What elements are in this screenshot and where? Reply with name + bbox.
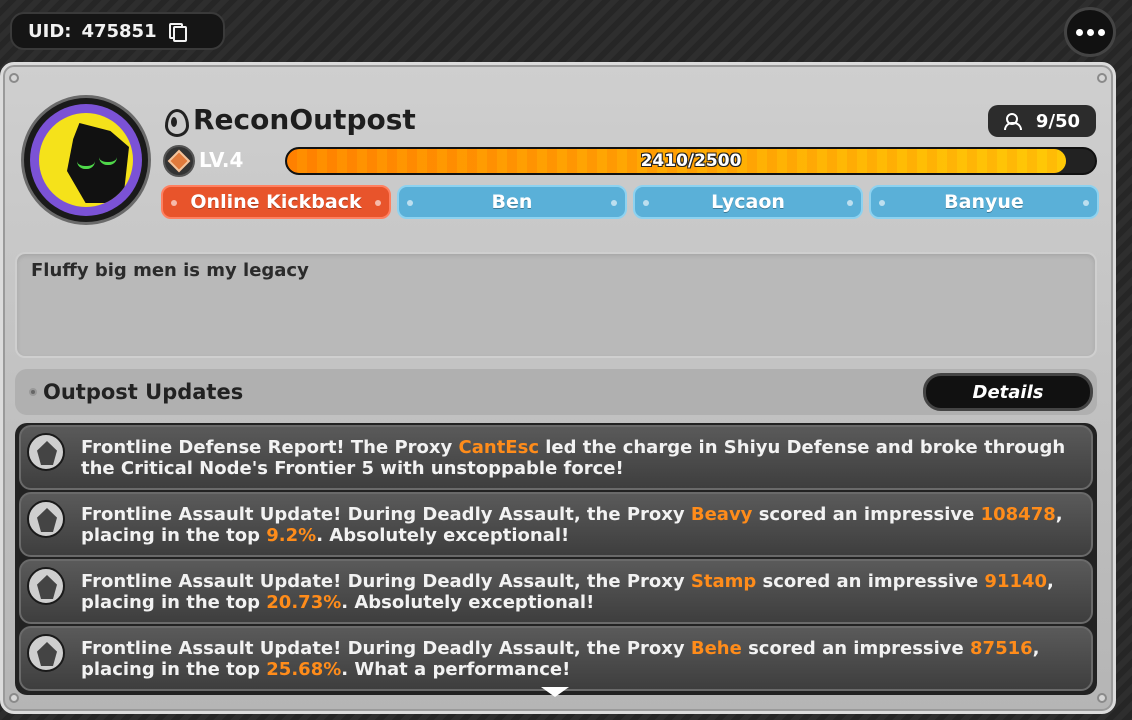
xp-bar: 2410/2500 — [285, 147, 1097, 175]
dot-icon — [1086, 28, 1094, 36]
bio-text: Fluffy big men is my legacy — [15, 252, 1097, 358]
percent: 9.2% — [266, 525, 317, 546]
level-row: LV.4 2410/2500 — [163, 145, 1097, 177]
dot-icon — [1097, 28, 1105, 36]
tag-lycaon[interactable]: Lycaon — [633, 185, 863, 219]
rivet-icon — [1097, 693, 1107, 703]
proxy-name: CantEsc — [458, 437, 539, 458]
scroll-down-icon[interactable] — [541, 687, 569, 697]
copy-icon[interactable] — [168, 23, 187, 42]
score: 91140 — [984, 571, 1048, 592]
score: 108478 — [980, 504, 1056, 525]
proxy-name: Beavy — [690, 504, 753, 525]
tag-ben[interactable]: Ben — [397, 185, 627, 219]
profile-name: ReconOutpost — [193, 103, 416, 136]
updates-header: Outpost Updates Details — [15, 369, 1097, 415]
list-item: Frontline Assault Update! During Deadly … — [19, 492, 1093, 557]
percent: 25.68% — [266, 659, 342, 680]
list-item: Frontline Defense Report! The Proxy Cant… — [19, 425, 1093, 490]
updates-feed[interactable]: Frontline Defense Report! The Proxy Cant… — [15, 423, 1097, 695]
tag-online-kickback[interactable]: Online Kickback — [161, 185, 391, 219]
tag-list: Online Kickback Ben Lycaon Banyue — [161, 185, 1099, 219]
details-button[interactable]: Details — [923, 373, 1093, 411]
list-item: Frontline Assault Update! During Deadly … — [19, 626, 1093, 691]
uid-label: UID: — [28, 20, 72, 42]
list-item: Frontline Assault Update! During Deadly … — [19, 559, 1093, 624]
more-options-button[interactable] — [1064, 7, 1116, 57]
rivet-icon — [9, 73, 19, 83]
proxy-avatar — [27, 567, 65, 605]
tag-banyue[interactable]: Banyue — [869, 185, 1099, 219]
level-label: LV.4 — [199, 148, 244, 172]
uid-display: UID: 475851 — [10, 12, 225, 50]
proxy-name: Stamp — [690, 571, 757, 592]
member-count: 9/50 — [988, 105, 1096, 137]
name-row: ReconOutpost — [163, 103, 416, 137]
avatar[interactable] — [21, 95, 151, 225]
rivet-icon — [9, 693, 19, 703]
level-icon — [163, 145, 195, 177]
proxy-name: Behe — [690, 638, 742, 659]
people-icon — [1003, 113, 1026, 130]
uid-value: 475851 — [81, 20, 157, 42]
bullet-icon — [29, 388, 37, 396]
xp-text: 2410/2500 — [640, 151, 742, 171]
flame-icon — [163, 105, 189, 137]
dot-icon — [1075, 28, 1083, 36]
rivet-icon — [1097, 73, 1107, 83]
member-count-value: 9/50 — [1035, 110, 1081, 132]
proxy-avatar — [27, 433, 65, 471]
percent: 20.73% — [266, 592, 342, 613]
proxy-avatar — [27, 634, 65, 672]
profile-panel: ReconOutpost 9/50 LV.4 2410/2500 Online … — [0, 62, 1116, 714]
updates-title: Outpost Updates — [43, 380, 244, 404]
proxy-avatar — [27, 500, 65, 538]
score: 87516 — [970, 638, 1033, 659]
